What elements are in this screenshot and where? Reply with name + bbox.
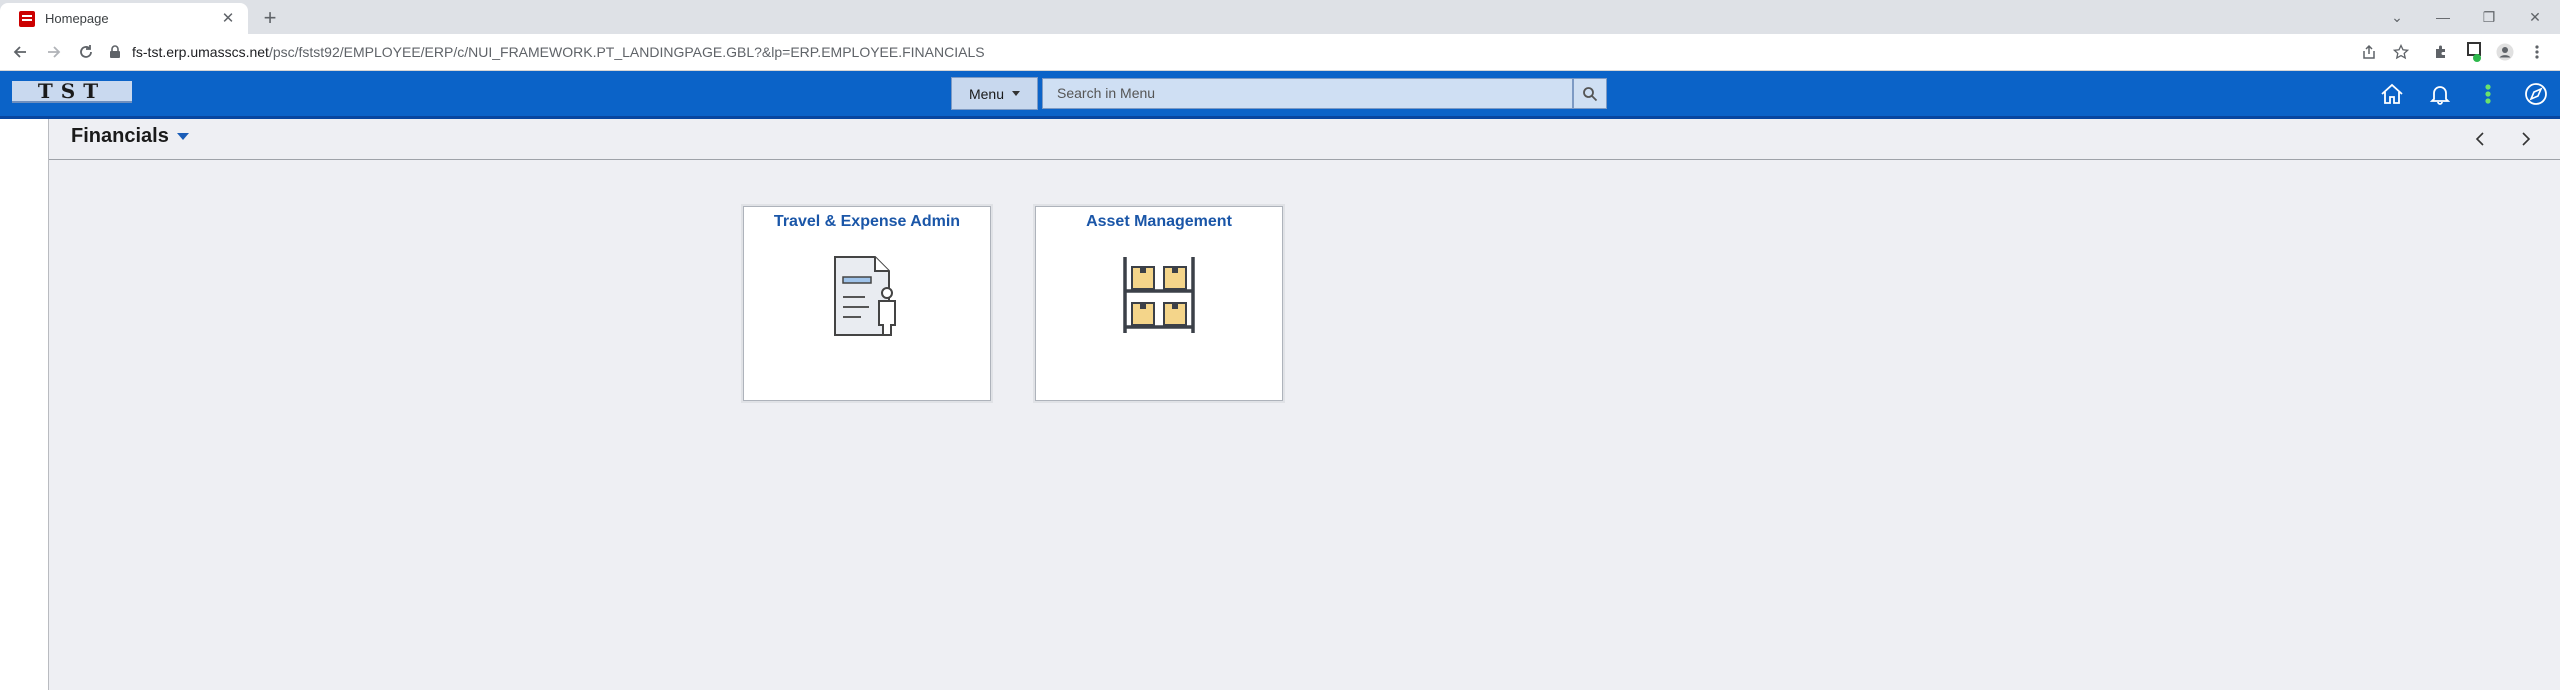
peoplesoft-favicon-icon [19, 10, 35, 27]
restore-button[interactable]: ❐ [2466, 0, 2512, 34]
url-host: fs-tst.erp.umasscs.net [132, 44, 269, 60]
minimize-button[interactable]: — [2420, 0, 2466, 34]
left-side-rail [0, 119, 49, 690]
browser-toolbar: fs-tst.erp.umasscs.net/psc/fstst92/EMPLO… [0, 34, 2560, 71]
next-page-button[interactable] [2514, 127, 2538, 151]
menu-search-input[interactable]: Search in Menu [1042, 78, 1573, 109]
share-icon[interactable] [2358, 41, 2380, 63]
peoplesoft-header: TST Menu Search in Menu [0, 71, 2560, 119]
tab-search-icon[interactable]: ⌄ [2374, 0, 2420, 34]
reload-button[interactable] [72, 38, 100, 66]
bell-icon[interactable] [2427, 81, 2453, 107]
lock-icon [110, 45, 120, 58]
environment-logo: TST [12, 81, 132, 103]
action-icon[interactable] [2475, 81, 2501, 107]
browser-tabstrip: Homepage ✕ + ⌄ — ❐ ✕ [0, 0, 2560, 34]
tile-travel-expense-admin[interactable]: Travel & Expense Admin [743, 206, 991, 401]
url-path: /psc/fstst92/EMPLOYEE/ERP/c/NUI_FRAMEWOR… [268, 44, 985, 60]
address-bar[interactable]: fs-tst.erp.umasscs.net/psc/fstst92/EMPLO… [108, 37, 2398, 67]
menu-button-label: Menu [968, 85, 1005, 102]
extension-active-icon[interactable] [2464, 41, 2486, 63]
tile-asset-management[interactable]: Asset Management [1035, 206, 1283, 401]
chevron-down-icon [176, 133, 189, 140]
tab-title: Homepage [45, 11, 109, 26]
tile-label: Asset Management [1086, 213, 1232, 230]
landing-page-header: Financials [49, 119, 2560, 160]
page-title-dropdown[interactable]: Financials [71, 125, 189, 148]
menu-button[interactable]: Menu [951, 77, 1038, 110]
navbar-compass-icon[interactable] [2523, 81, 2549, 107]
previous-page-button[interactable] [2468, 127, 2492, 151]
search-button[interactable] [1573, 78, 1607, 109]
browser-tab[interactable]: Homepage ✕ [0, 3, 248, 34]
page-title: Financials [71, 125, 169, 147]
document-person-icon [834, 256, 896, 336]
extensions-puzzle-icon[interactable] [2430, 41, 2452, 63]
shelving-boxes-icon [1123, 257, 1195, 333]
forward-button[interactable] [40, 38, 68, 66]
window-close-button[interactable]: ✕ [2512, 0, 2558, 34]
chevron-down-icon [1012, 91, 1021, 96]
search-icon [1583, 86, 1598, 101]
tile-label: Travel & Expense Admin [773, 213, 961, 230]
home-icon[interactable] [2379, 81, 2405, 107]
profile-avatar-icon[interactable] [2494, 41, 2516, 63]
browser-menu-icon[interactable] [2526, 41, 2548, 63]
new-tab-button[interactable]: + [258, 6, 282, 30]
tab-close-icon[interactable]: ✕ [218, 9, 238, 29]
back-button[interactable] [6, 38, 34, 66]
bookmark-star-icon[interactable] [2390, 41, 2412, 63]
